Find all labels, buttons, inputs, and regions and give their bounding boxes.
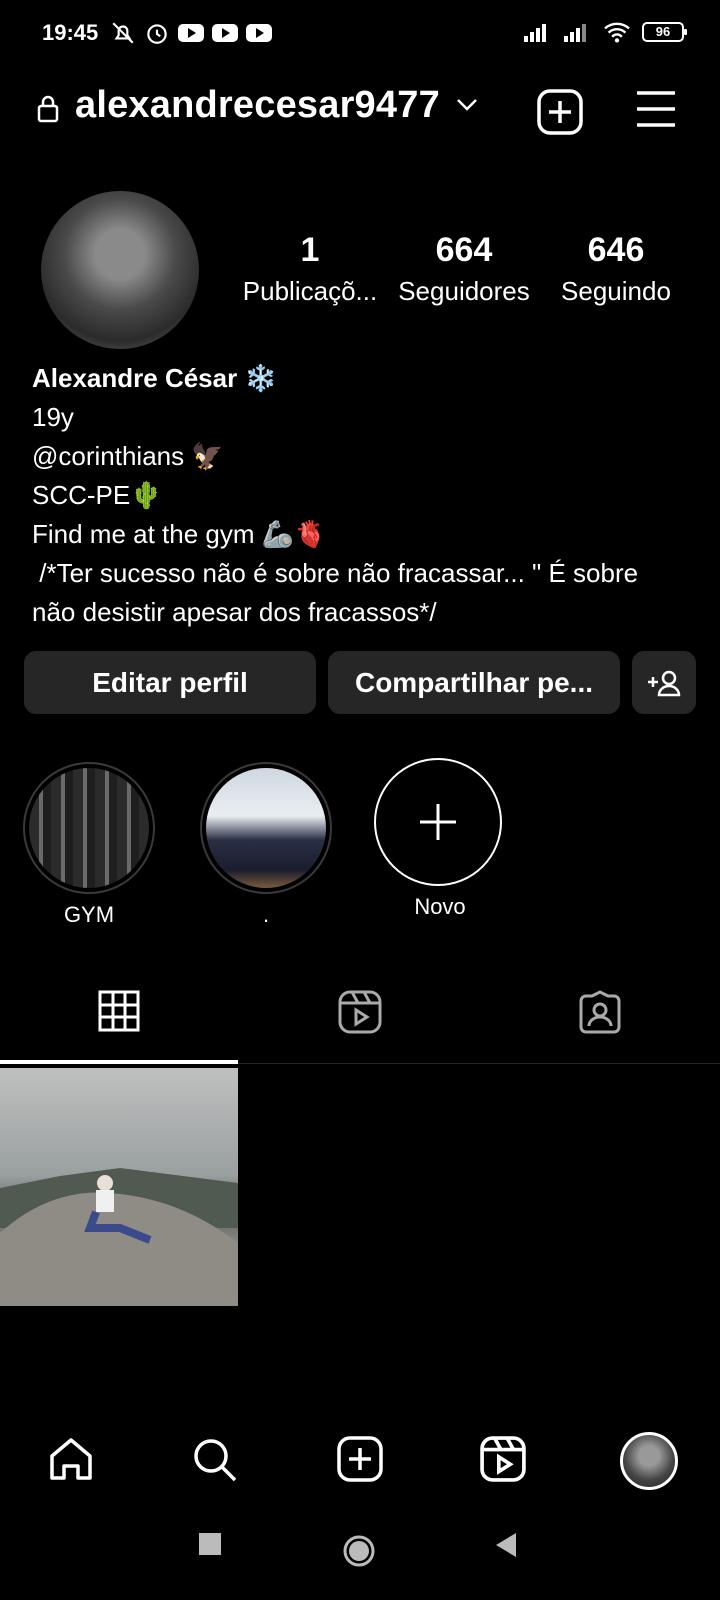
profile-avatar[interactable] bbox=[41, 191, 199, 349]
profile-username[interactable]: alexandrecesar9477 bbox=[75, 84, 440, 127]
highlight-label: . bbox=[262, 902, 270, 927]
bio-line: SCC-PE🌵 bbox=[32, 480, 163, 510]
alarm-icon bbox=[147, 24, 167, 44]
plus-icon bbox=[420, 804, 456, 840]
wifi-icon bbox=[604, 22, 630, 43]
stat-following[interactable]: 646 Seguindo bbox=[552, 231, 680, 307]
profile-bio: Alexandre César ❄️ 19y @corinthians 🦅 SC… bbox=[32, 359, 692, 632]
create-icon[interactable] bbox=[337, 1436, 383, 1482]
share-profile-button[interactable]: Compartilhar pe... bbox=[328, 651, 620, 714]
bio-line[interactable]: @corinthians 🦅 bbox=[32, 437, 692, 476]
edit-profile-button[interactable]: Editar perfil bbox=[24, 651, 316, 714]
highlight-label: Novo bbox=[414, 894, 466, 919]
home-icon[interactable] bbox=[48, 1436, 94, 1482]
post-thumbnail[interactable] bbox=[0, 1068, 238, 1306]
post-image bbox=[0, 1168, 238, 1306]
back-system-button[interactable] bbox=[494, 1532, 518, 1558]
status-time: 19:45 bbox=[42, 20, 99, 45]
reels-nav-icon[interactable] bbox=[480, 1436, 526, 1482]
tagged-person-icon[interactable] bbox=[578, 990, 622, 1034]
signal-icon bbox=[524, 24, 546, 42]
highlight-label: GYM bbox=[63, 902, 115, 927]
home-system-button[interactable] bbox=[342, 1534, 376, 1568]
bio-line: não desistir apesar dos fracassos*/ bbox=[32, 597, 437, 627]
active-tab-indicator bbox=[0, 1060, 238, 1064]
battery-icon: 96 bbox=[642, 22, 687, 42]
lock-icon bbox=[37, 95, 59, 123]
highlight-new[interactable]: Novo bbox=[374, 758, 506, 920]
reels-icon[interactable] bbox=[338, 990, 382, 1034]
add-user-button[interactable] bbox=[632, 651, 696, 714]
search-icon[interactable] bbox=[191, 1436, 239, 1484]
hamburger-menu-icon[interactable] bbox=[636, 90, 676, 128]
add-person-icon bbox=[648, 670, 681, 696]
signal-icon bbox=[564, 24, 586, 42]
stat-followers[interactable]: 664 Seguidores bbox=[392, 231, 536, 307]
youtube-icon bbox=[178, 24, 204, 42]
chevron-down-icon[interactable] bbox=[456, 98, 478, 112]
stat-posts[interactable]: 1 Publicaçõ... bbox=[240, 231, 380, 307]
profile-name: Alexandre César ❄️ bbox=[32, 363, 277, 393]
highlight-gym[interactable]: GYM bbox=[23, 762, 155, 928]
profile-nav-avatar[interactable] bbox=[620, 1432, 678, 1490]
highlight-dot[interactable]: . bbox=[200, 762, 332, 928]
mute-bell-icon bbox=[112, 22, 134, 44]
bio-line: Find me at the gym 🦾🫀 bbox=[32, 519, 327, 549]
bio-line: 19y bbox=[32, 402, 74, 432]
youtube-icon bbox=[246, 24, 272, 42]
status-bar: 19:45 96 bbox=[0, 0, 720, 70]
grid-icon[interactable] bbox=[98, 990, 140, 1032]
bio-line: /*Ter sucesso não é sobre não fracassar.… bbox=[32, 558, 639, 588]
new-post-button[interactable] bbox=[537, 89, 583, 135]
youtube-icon bbox=[212, 24, 238, 42]
recent-apps-button[interactable] bbox=[198, 1532, 222, 1556]
